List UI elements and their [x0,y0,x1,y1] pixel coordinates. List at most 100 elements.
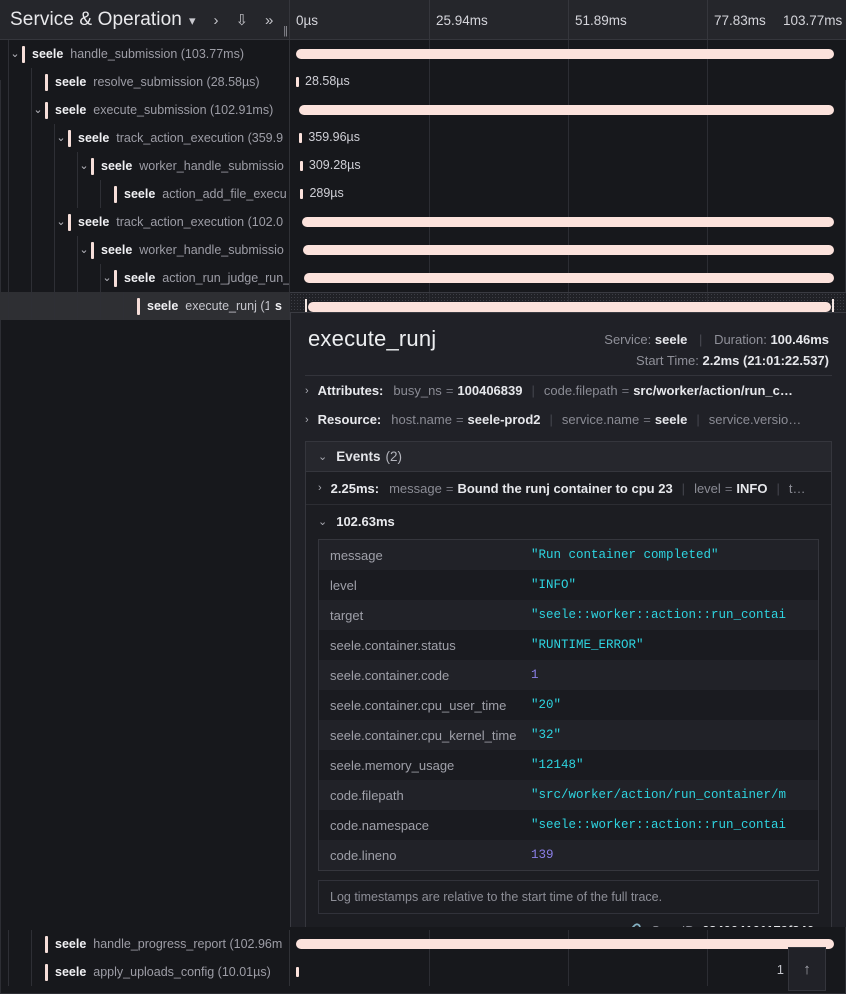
span-row-label[interactable]: ⌄ seele track_action_execution (102.0 [0,208,290,236]
indent-guide [8,236,9,264]
link-icon[interactable]: 🔗 [626,923,642,927]
span-timeline-track[interactable] [290,236,846,264]
span-timeline-track[interactable] [290,208,846,236]
column-resize-handle[interactable]: || [283,25,288,37]
service-color-bar [45,101,48,119]
equals-sign: = [621,383,630,398]
event-attribute-value: "seele::worker::action::run_contai [531,608,787,622]
expand-collapse-icon[interactable]: ⌄ [54,216,68,228]
span-row[interactable]: ⌄ seele worker_handle_submissio [0,236,846,264]
span-timeline-track[interactable] [290,958,846,986]
chevron-right-icon[interactable]: › [213,13,218,28]
span-duration-bar[interactable] [299,161,303,171]
chevron-right-icon[interactable]: › [318,482,322,494]
expand-collapse-icon[interactable]: ⌄ [54,132,68,144]
expand-collapse-icon[interactable]: ⌄ [77,160,91,172]
span-row[interactable]: ⌄ seele track_action_execution (102.0 [0,208,846,236]
span-row-label[interactable]: ⌄ seele handle_submission (103.77ms) [0,40,290,68]
span-duration-bar[interactable] [296,939,834,949]
span-row[interactable]: ⌄ seele execute_submission (102.91ms) [0,96,846,124]
spanid-line: 🔗 SpanID: 634004161179f246 [306,923,831,927]
span-timeline-track[interactable] [290,96,846,124]
indent-guide [77,264,78,292]
chevron-right-icon[interactable]: › [305,414,309,426]
span-row-label[interactable]: ⌄ seele execute_submission (102.91ms) [0,96,290,124]
event-row-2[interactable]: ⌄ 102.63ms [306,505,831,537]
span-row[interactable]: ⌄ seele handle_submission (103.77ms) [0,40,846,68]
span-timeline-track[interactable] [290,40,846,68]
span-duration-bar[interactable] [300,189,304,199]
span-service-name: seele [124,187,156,201]
span-row-label[interactable]: seele resolve_submission (28.58µs) [0,68,290,96]
timeline-gridline [568,68,569,96]
span-duration-bar[interactable] [302,245,835,255]
chevron-down-icon[interactable]: ⌄ [318,450,327,463]
event-attribute-value: "src/worker/action/run_container/m [531,788,787,802]
indent-guide [31,930,32,958]
scroll-to-top-button[interactable]: ↑ [788,947,826,991]
span-timeline-track[interactable]: 309.28µs [290,152,846,180]
span-timeline-track[interactable] [290,264,846,292]
span-duration-bar[interactable] [299,133,303,143]
span-timeline-track[interactable]: 289µs [290,180,846,208]
span-row[interactable]: seele action_add_file_execu 289µs [0,180,846,208]
span-duration-bar[interactable] [296,77,299,87]
span-row-label[interactable]: seele handle_progress_report (102.96m [0,930,290,958]
resource-row[interactable]: › Resource: host.name = seele-prod2 | se… [291,405,846,434]
span-timeline-track[interactable] [290,930,846,958]
indent-guide [8,264,9,292]
expand-collapse-icon[interactable]: ⌄ [31,104,45,116]
span-duration-bar[interactable] [299,105,835,115]
attributes-row[interactable]: › Attributes: busy_ns = 100406839 | code… [291,376,846,405]
span-duration-label: 289µs [309,186,344,200]
span-duration-bar[interactable] [296,967,299,977]
chevron-right-icon[interactable]: › [305,385,309,397]
double-chevron-down-icon[interactable]: ⇩ [235,13,248,28]
span-row[interactable]: seele apply_uploads_config (10.01µs) [0,958,846,986]
span-row[interactable]: ⌄ seele action_run_judge_run_ [0,264,846,292]
indent-guide [54,264,55,292]
span-row-label[interactable]: ⌄ seele track_action_execution (359.9 [0,124,290,152]
duration-value: 100.46ms [770,332,829,347]
span-row-label[interactable]: seele action_add_file_execu [0,180,290,208]
spanid-value[interactable]: 634004161179f246 [702,923,814,927]
span-row[interactable]: seele handle_progress_report (102.96m [0,930,846,958]
chevron-down-icon[interactable]: ⌄ [318,515,327,528]
span-row-label[interactable]: ⌄ seele worker_handle_submissio [0,152,290,180]
span-timeline-track[interactable]: 28.58µs [290,68,846,96]
events-header[interactable]: ⌄ Events (2) [306,442,831,472]
span-operation-name: worker_handle_submissio [139,243,284,257]
span-row[interactable]: ⌄ seele track_action_execution (359.9 359.9… [0,124,846,152]
span-row-label[interactable]: ⌄ seele worker_handle_submissio [0,236,290,264]
event-attribute-value: "20" [531,698,562,712]
span-duration-bar[interactable] [302,217,835,227]
span-row-label[interactable]: seele apply_uploads_config (10.01µs) [0,958,290,986]
indent-guide [8,958,9,986]
expand-collapse-icon[interactable]: ⌄ [100,272,114,284]
span-duration-bar[interactable] [296,49,834,59]
indent-guide [54,180,55,208]
span-row[interactable]: ⌄ seele worker_handle_submissio 309.28µs [0,152,846,180]
span-row[interactable]: seele resolve_submission (28.58µs) 28.58µs [0,68,846,96]
event-divider: | [681,480,686,496]
event-row-1[interactable]: › 2.25ms: message = Bound the runj conta… [306,472,831,505]
chevron-down-icon[interactable]: ▾ [189,14,196,27]
equals-sign: = [445,383,454,398]
span-duration-bar[interactable] [307,302,832,312]
indent-guide [100,264,101,292]
attributes-label: Attributes: [317,383,384,398]
twisty-spacer [31,967,45,978]
span-operation-name: worker_handle_submissio [139,159,284,173]
tick-label-1: 25.94ms [429,0,488,40]
spanid-label: SpanID: [651,923,698,927]
page-title[interactable]: Service & Operation [10,9,182,31]
span-duration-bar[interactable] [303,273,835,283]
span-row-label[interactable]: seele execute_runj (100 s [0,292,290,320]
span-row-label[interactable]: ⌄ seele action_run_judge_run_ [0,264,290,292]
span-service-name: seele [32,47,64,61]
start-time-value: 2.2ms (21:01:22.537) [702,353,829,368]
expand-collapse-icon[interactable]: ⌄ [8,48,22,60]
double-chevron-right-icon[interactable]: » [265,13,273,28]
span-timeline-track[interactable]: 359.96µs [290,124,846,152]
expand-collapse-icon[interactable]: ⌄ [77,244,91,256]
